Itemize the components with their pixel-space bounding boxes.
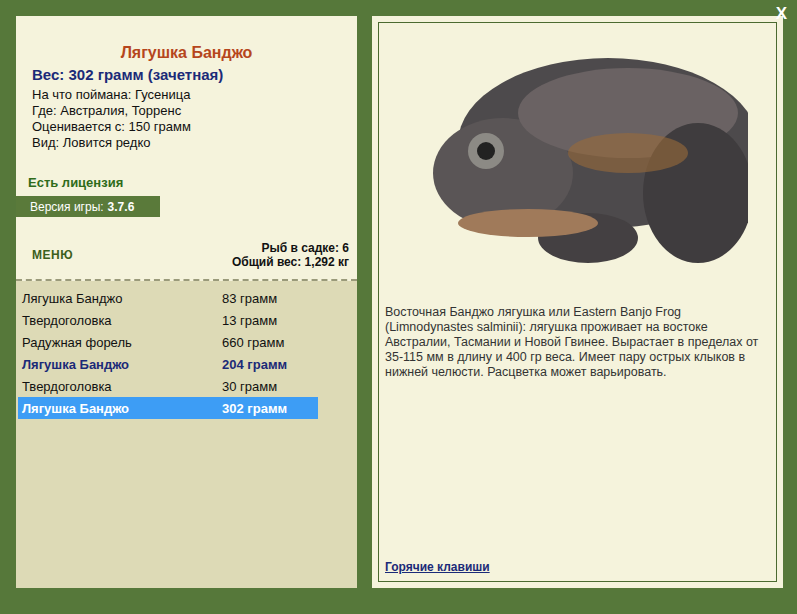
fish-title: Лягушка Банджо [16, 44, 357, 62]
fish-description: Восточная Банджо лягушка или Eastern Ban… [385, 305, 770, 380]
catch-weight: 660 грамм [222, 335, 318, 350]
catch-row[interactable]: Радужная форель660 грамм [18, 331, 318, 353]
fish-detail: Где: Австралия, Торренс [16, 103, 357, 119]
info-panel: Лягушка Банджо Вес: 302 грамм (зачетная) Н… [16, 16, 357, 588]
version-value: 3.7.6 [108, 200, 135, 214]
catch-weight: 204 грамм [222, 357, 318, 372]
keepnet-count: Рыб в садке: 6 [232, 241, 349, 255]
catch-weight: 302 грамм [222, 401, 318, 416]
description-frame: Восточная Банджо лягушка или Eastern Ban… [378, 22, 777, 582]
catch-name: Лягушка Банджо [18, 291, 222, 306]
catch-list: Лягушка Банджо83 граммТвердоголовка13 гр… [16, 281, 357, 588]
catch-row[interactable]: Лягушка Банджо83 грамм [18, 287, 318, 309]
keepnet-total: Общий вес: 1,292 кг [232, 255, 349, 269]
catch-weight: 13 грамм [222, 313, 318, 328]
catch-weight: 83 грамм [222, 291, 318, 306]
catch-name: Твердоголовка [18, 379, 222, 394]
hotkeys-row: Горячие клавиши [385, 557, 770, 575]
catch-name: Лягушка Банджо [18, 357, 222, 372]
frog-icon [408, 33, 748, 283]
license-status: Есть лицензия [16, 175, 357, 190]
menu-row: МЕНЮ Рыб в садке: 6Общий вес: 1,292 кг [16, 217, 357, 279]
catch-row[interactable]: Твердоголовка30 грамм [18, 375, 318, 397]
fish-detail: Оценивается с: 150 грамм [16, 119, 357, 135]
description-panel: Восточная Банджо лягушка или Eastern Ban… [372, 16, 783, 588]
keepnet-summary: Рыб в садке: 6Общий вес: 1,292 кг [232, 241, 349, 269]
fish-photo [385, 23, 770, 293]
catch-row[interactable]: Твердоголовка13 грамм [18, 309, 318, 331]
catch-weight: 30 грамм [222, 379, 318, 394]
catch-row[interactable]: Лягушка Банджо204 грамм [18, 353, 318, 375]
spacer [385, 380, 770, 557]
fish-weight: Вес: 302 грамм (зачетная) [16, 66, 357, 83]
fish-card: Лягушка Банджо Вес: 302 грамм (зачетная) Н… [16, 16, 357, 279]
fish-detail: Вид: Ловится редко [16, 135, 357, 151]
catch-name: Лягушка Банджо [18, 401, 222, 416]
close-button[interactable]: X [776, 4, 787, 24]
catch-row[interactable]: Лягушка Банджо302 грамм [18, 397, 318, 419]
catch-name: Радужная форель [18, 335, 222, 350]
fish-detail: На что поймана: Гусеница [16, 87, 357, 103]
menu-button[interactable]: МЕНЮ [32, 248, 73, 262]
catch-name: Твердоголовка [18, 313, 222, 328]
hotkeys-link[interactable]: Горячие клавиши [385, 560, 490, 574]
fish-info-dialog: Лягушка Банджо Вес: 302 грамм (зачетная) Н… [0, 0, 797, 614]
version-label: Версия игры: [30, 200, 104, 214]
version-bar: Версия игры: 3.7.6 [16, 196, 160, 217]
